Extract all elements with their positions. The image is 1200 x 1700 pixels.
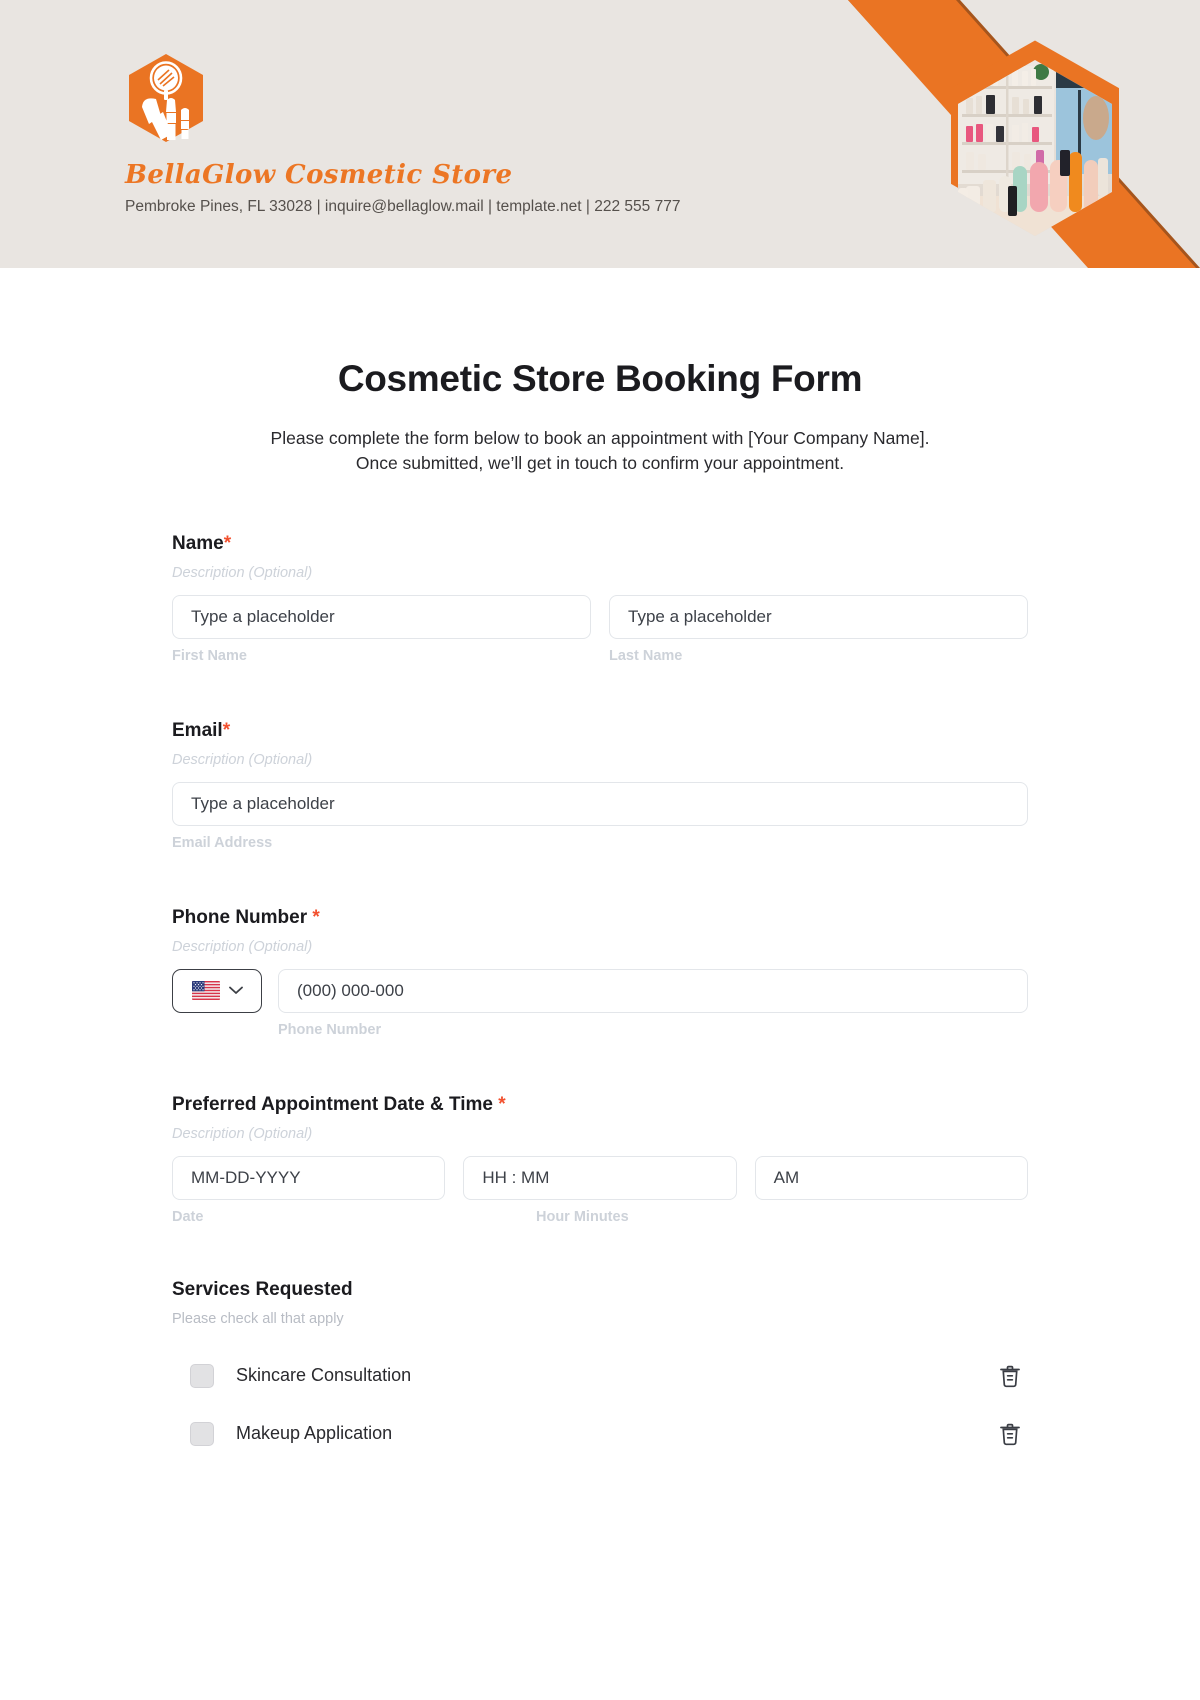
email-placeholder: Type a placeholder bbox=[191, 793, 335, 813]
required-asterisk: * bbox=[312, 906, 320, 928]
brand-block: BellaGlow Cosmetic Store Pembroke Pines,… bbox=[125, 52, 680, 216]
phone-placeholder: (000) 000-000 bbox=[297, 980, 404, 1000]
booking-form: Cosmetic Store Booking Form Please compl… bbox=[172, 268, 1028, 1463]
appointment-inputs-row: MM-DD-YYYY HH : MM AM bbox=[172, 1155, 1028, 1200]
ampm-value: AM bbox=[773, 1167, 800, 1187]
first-name-placeholder: Type a placeholder bbox=[191, 606, 335, 626]
field-name: Name* Description (Optional) Type a plac… bbox=[172, 533, 1028, 664]
field-appointment-description: Description (Optional) bbox=[172, 1125, 313, 1142]
header-hexagon-graphic bbox=[848, 0, 1200, 268]
appointment-sublabels-row: Date Hour Minutes bbox=[172, 1200, 1028, 1225]
field-email-label-text: Email bbox=[172, 719, 223, 741]
last-name-sublabel: Last Name bbox=[609, 647, 683, 664]
checkbox-makeup-application[interactable] bbox=[190, 1421, 214, 1446]
name-inputs-row: Type a placeholder Type a placeholder bbox=[172, 594, 1028, 639]
field-appointment: Preferred Appointment Date & Time * Desc… bbox=[172, 1094, 1028, 1225]
header-decoration bbox=[760, 0, 1200, 268]
phone-input-row: (000) 000-000 bbox=[172, 968, 1028, 1013]
appointment-time-input[interactable]: HH : MM bbox=[463, 1155, 737, 1200]
field-services-label: Services Requested bbox=[172, 1278, 353, 1300]
field-phone-description: Description (Optional) bbox=[172, 938, 313, 955]
phone-number-input[interactable]: (000) 000-000 bbox=[278, 968, 1028, 1013]
field-name-label-text: Name bbox=[172, 532, 224, 554]
field-phone-label: Phone Number * bbox=[172, 907, 1028, 929]
checkbox-skincare-consultation[interactable] bbox=[190, 1363, 214, 1388]
phone-sublabel: Phone Number bbox=[278, 1021, 382, 1038]
trash-icon[interactable] bbox=[999, 1364, 1021, 1388]
last-name-input[interactable]: Type a placeholder bbox=[609, 594, 1028, 639]
chevron-down-icon bbox=[228, 986, 243, 995]
field-services: Services Requested Please check all that… bbox=[172, 1279, 1028, 1463]
cosmetic-brushes-hexagon-icon bbox=[129, 54, 203, 142]
form-subtitle-line-1: Please complete the form below to book a… bbox=[270, 428, 930, 448]
email-sublabel: Email Address bbox=[172, 834, 273, 851]
us-flag-icon bbox=[191, 981, 220, 1001]
email-input-row: Type a placeholder bbox=[172, 781, 1028, 826]
service-option-label: Makeup Application bbox=[236, 1423, 393, 1444]
form-subtitle-line-2: Once submitted, we’ll get in touch to co… bbox=[355, 453, 845, 474]
required-asterisk: * bbox=[498, 1093, 506, 1115]
date-sublabel: Date bbox=[172, 1208, 204, 1225]
first-name-sublabel: First Name bbox=[172, 647, 247, 664]
date-placeholder: MM-DD-YYYY bbox=[191, 1167, 301, 1187]
field-appointment-label-text: Preferred Appointment Date & Time bbox=[172, 1093, 493, 1115]
orange-diagonal-band bbox=[848, 0, 1196, 268]
time-sublabel: Hour Minutes bbox=[536, 1208, 629, 1225]
field-services-description: Please check all that apply bbox=[172, 1310, 344, 1327]
field-email-description: Description (Optional) bbox=[172, 751, 313, 768]
required-asterisk: * bbox=[223, 532, 232, 554]
trash-icon[interactable] bbox=[999, 1422, 1021, 1446]
field-appointment-label: Preferred Appointment Date & Time * bbox=[172, 1094, 1028, 1116]
brand-name: BellaGlow Cosmetic Store bbox=[125, 160, 513, 190]
brown-diagonal-band bbox=[848, 0, 1200, 268]
field-name-label: Name* bbox=[172, 533, 1028, 555]
list-item[interactable]: Makeup Application bbox=[172, 1405, 1028, 1463]
page-title: Cosmetic Store Booking Form bbox=[337, 358, 863, 399]
last-name-placeholder: Type a placeholder bbox=[628, 606, 772, 626]
required-asterisk: * bbox=[222, 719, 231, 741]
field-email: Email* Description (Optional) Type a pla… bbox=[172, 720, 1028, 851]
service-option-label: Skincare Consultation bbox=[236, 1365, 412, 1386]
page-header: BellaGlow Cosmetic Store Pembroke Pines,… bbox=[0, 0, 1200, 268]
field-phone-label-text: Phone Number bbox=[172, 906, 308, 928]
store-photo bbox=[958, 60, 1112, 236]
country-code-select[interactable] bbox=[172, 968, 262, 1013]
list-item[interactable]: Skincare Consultation bbox=[172, 1347, 1028, 1405]
hexagon-ring bbox=[951, 40, 1119, 232]
name-sublabels-row: First Name Last Name bbox=[172, 639, 1028, 664]
first-name-input[interactable]: Type a placeholder bbox=[172, 594, 591, 639]
time-placeholder: HH : MM bbox=[482, 1167, 550, 1187]
email-input[interactable]: Type a placeholder bbox=[172, 781, 1028, 826]
appointment-date-input[interactable]: MM-DD-YYYY bbox=[172, 1155, 446, 1200]
brand-contact-line: Pembroke Pines, FL 33028 | inquire@bella… bbox=[125, 198, 681, 215]
field-email-label: Email* bbox=[172, 720, 1028, 742]
field-name-description: Description (Optional) bbox=[172, 564, 313, 581]
appointment-ampm-select[interactable]: AM bbox=[754, 1155, 1028, 1200]
field-phone: Phone Number * Description (Optional) (0… bbox=[172, 907, 1028, 1038]
services-option-list: Skincare Consultation Makeup Application bbox=[172, 1347, 1028, 1463]
